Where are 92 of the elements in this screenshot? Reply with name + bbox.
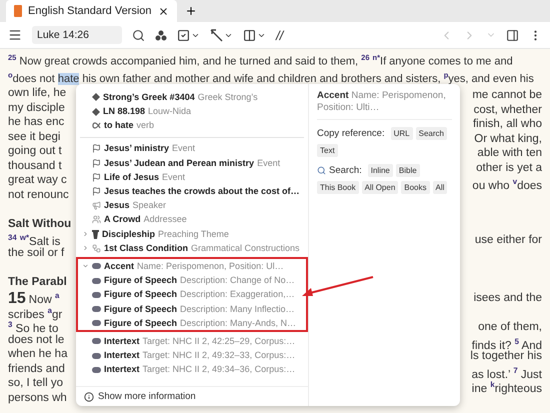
verse-text: Now $^{a}$ [28, 294, 60, 306]
info-list-item[interactable]: Intertext Target: NHC II 2, 49:34–36, Corpus:… [78, 362, 306, 377]
info-list-item[interactable]: 1st Class Condition Grammatical Constructions [78, 241, 306, 256]
verse-text: able with ten [477, 146, 542, 161]
dots-cluster-icon[interactable] [155, 30, 167, 40]
search-icon [317, 166, 326, 176]
search-icon[interactable] [132, 28, 145, 42]
verse-text: isees and the [474, 291, 542, 306]
section-heading: The Parabl [8, 274, 67, 290]
theme-icon [92, 230, 99, 239]
info-icon [84, 392, 94, 402]
info-list-item[interactable]: Life of Jesus Event [78, 170, 306, 184]
reference-field[interactable]: Luke 14:26 [32, 26, 122, 44]
alpha-icon [92, 122, 101, 130]
info-list-item[interactable]: Accent Name: Perispomenon, Position: Ul… [78, 259, 306, 274]
verse-text: going out t [8, 144, 62, 159]
search-scope-button[interactable]: All [432, 181, 448, 194]
verse-text: not renounc [8, 188, 69, 202]
columns-dropdown[interactable] [243, 28, 266, 42]
verse-text: Or what king, [474, 132, 542, 146]
book-icon [14, 5, 22, 17]
chevron-icon[interactable] [82, 230, 89, 238]
people-icon [92, 215, 101, 224]
verse-text: cost, whether [474, 102, 542, 118]
verse-text: ls together his [470, 350, 542, 364]
copy-format-button[interactable]: Text [317, 144, 338, 158]
info-list-item[interactable]: Jesus’ Judean and Perean ministry Event [78, 156, 306, 170]
search-scope-button[interactable]: Bible [396, 164, 420, 178]
verse-text: scribes $^{a}$gr [8, 304, 62, 318]
verse-text: finds it? $^{5}$ And [472, 336, 542, 350]
verse-text: as lost.’ $^{7}$ Just [472, 364, 542, 378]
megaphone-icon [92, 201, 101, 210]
verse-text: one of them, [478, 320, 542, 335]
info-list-item[interactable]: Jesus Speaker [78, 198, 306, 213]
chevron-icon[interactable] [82, 244, 89, 252]
panel-icon[interactable] [506, 28, 519, 42]
selected-word: hate [58, 73, 80, 86]
verse-text: when he ha [8, 347, 68, 362]
copy-format-button[interactable]: URL [390, 127, 413, 140]
search-label: Search: [329, 164, 362, 178]
verse-text: does not le [8, 332, 64, 348]
verse-text: ine $^{k}$righteous [472, 379, 542, 393]
construction-icon [92, 244, 101, 253]
add-tab-icon[interactable] [184, 5, 197, 17]
info-list-item[interactable]: Jesus teaches the crowds about the cost of… [78, 184, 306, 199]
info-list-item[interactable]: Figure of Speech Description: Many Inflectio… [78, 302, 306, 316]
verse-text: great way c [8, 173, 67, 188]
verse-text: friends and [8, 362, 65, 376]
info-list-item[interactable]: Discipleship Preaching Theme [78, 227, 306, 242]
section-heading: Salt Withou [8, 216, 72, 232]
info-list-item[interactable]: Strong’s Greek #3404 Greek Strong’s [78, 90, 306, 104]
info-list-item[interactable]: Intertext Target: NHC II 2, 49:32–33, Corpus:… [78, 348, 306, 363]
verse-text: own life, he [8, 86, 66, 101]
info-list-item[interactable]: to hate verb [78, 118, 306, 133]
verse-text: see it begi [8, 130, 60, 144]
verse-text: persons wh [8, 390, 67, 406]
search-scope-button[interactable]: This Book [317, 181, 359, 194]
verse-text: $^{o}$does not [8, 73, 55, 86]
verse-text: the soil or f [8, 246, 64, 260]
show-more-button[interactable]: Show more information [76, 386, 308, 406]
info-list-item[interactable]: Jesus’ ministry Event [78, 142, 306, 156]
document-tab[interactable]: English Standard Version [6, 0, 177, 22]
close-icon[interactable] [158, 6, 169, 16]
verse-text: other is yet a [476, 160, 542, 176]
info-list-item[interactable]: Intertext Target: NHC II 2, 42:25–29, Corpus:… [78, 334, 306, 348]
copy-format-button[interactable]: Search [416, 127, 447, 140]
parallel-button[interactable]: // [276, 28, 284, 42]
verse-text: use either for [474, 233, 542, 248]
search-scope-button[interactable]: Books [401, 181, 430, 194]
verse-text: ou who $^{v}$does [472, 176, 542, 190]
verse-text: $^{25}$ Now great crowds accompanied him, and he turned and said to them, $^{26}$ $^{n*}$If anyone comes to me and [8, 52, 514, 69]
checkbox-dropdown[interactable] [177, 28, 200, 42]
chapter-number: 15 [8, 290, 26, 308]
verse-text: thousand t [8, 158, 62, 174]
info-list-item[interactable]: Figure of Speech Description: Many-Ands, N… [78, 316, 306, 330]
search-scope-button[interactable]: Inline [368, 164, 393, 178]
info-list-item[interactable]: A Crowd Addressee [78, 212, 306, 227]
verse-text: me cannot be [472, 88, 542, 103]
detail-title: Accent Name: Perispomenon, Position: Ulti… [317, 90, 452, 120]
verse-text: $^{3}$ So he to [8, 320, 58, 333]
verse-text: he has enc [8, 115, 64, 130]
info-list-item[interactable]: LN 88.198 Louw-Nida [78, 104, 306, 119]
verse-text: my disciple [8, 100, 65, 116]
copy-reference-label: Copy reference: [317, 127, 385, 142]
info-list-item[interactable]: Figure of Speech Description: Change of No… [78, 274, 306, 288]
verse-text: so, I tell yo [8, 376, 63, 391]
interlinear-dropdown[interactable] [210, 28, 233, 42]
verse-text: finish, all who [472, 117, 542, 132]
menu-icon[interactable] [8, 28, 22, 42]
verse-text: his own father and mother and wife and children and brothers and sisters, $^{p}$yes, and even his [82, 73, 534, 86]
search-scope-button[interactable]: All Open [362, 181, 398, 194]
info-list-item[interactable]: Figure of Speech Description: Exaggeration,… [78, 288, 306, 302]
